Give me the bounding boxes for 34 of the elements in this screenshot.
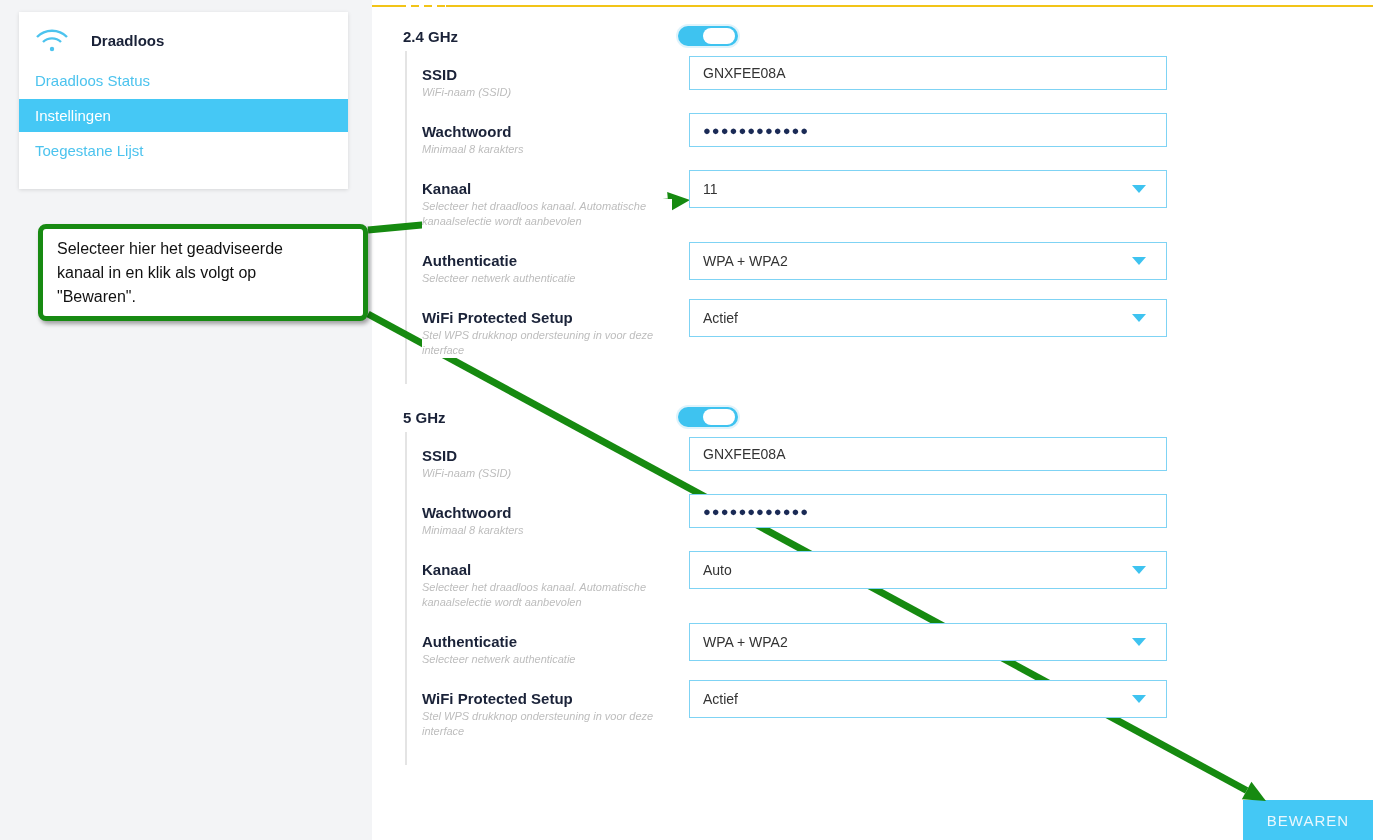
callout-note: Selecteer hier het geadviseerde kanaal in en klik als volgt op "Bewaren".	[38, 224, 368, 321]
caret-icon	[1132, 638, 1146, 646]
field-label: Wachtwoord	[422, 503, 513, 523]
toggle-switch[interactable]	[678, 407, 738, 427]
dropdown[interactable]: Auto	[689, 551, 1167, 589]
band-title: 5 GHz	[403, 408, 447, 426]
field-hint: WiFi-naam (SSID)	[422, 466, 512, 481]
field-label: WiFi Protected Setup	[422, 308, 574, 328]
band-title: 2.4 GHz	[403, 27, 460, 45]
field-label: SSID	[422, 65, 458, 85]
password-field[interactable]: ●●●●●●●●●●●●	[689, 494, 1167, 528]
wifi-icon	[35, 28, 69, 52]
field-label: Authenticatie	[422, 632, 518, 652]
field-label: Kanaal	[422, 560, 473, 580]
sidebar-title: Draadloos	[91, 31, 165, 49]
caret-icon	[1132, 314, 1146, 322]
dropdown[interactable]: WPA + WPA2	[689, 242, 1167, 280]
caret-icon	[1132, 695, 1146, 703]
field-hint: WiFi-naam (SSID)	[422, 85, 512, 100]
dropdown[interactable]: Actief	[689, 299, 1167, 337]
input-field[interactable]: GNXFEE08A	[689, 437, 1167, 471]
input-field[interactable]: GNXFEE08A	[689, 56, 1167, 90]
field-label: SSID	[422, 446, 458, 466]
dropdown[interactable]: 11	[689, 170, 1167, 208]
field-label: WiFi Protected Setup	[422, 689, 574, 709]
dropdown[interactable]: WPA + WPA2	[689, 623, 1167, 661]
password-field[interactable]: ●●●●●●●●●●●●	[689, 113, 1167, 147]
caret-icon	[1132, 185, 1146, 193]
toggle-switch[interactable]	[678, 26, 738, 46]
field-label: Authenticatie	[422, 251, 518, 271]
caret-icon	[1132, 257, 1146, 265]
dropdown[interactable]: Actief	[689, 680, 1167, 718]
caret-icon	[1132, 566, 1146, 574]
field-label: Wachtwoord	[422, 122, 513, 142]
